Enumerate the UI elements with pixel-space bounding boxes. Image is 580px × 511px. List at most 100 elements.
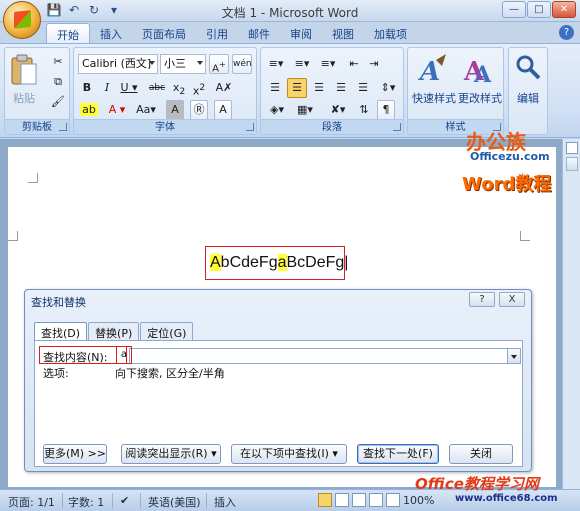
font-name-select[interactable]: Calibri (西文]	[78, 54, 158, 74]
change-styles-label[interactable]: 更改样式	[456, 90, 504, 106]
font-group: Calibri (西文] 小三 A+ wén B I U ▾ abc x2 x2…	[73, 47, 257, 135]
tab-replace[interactable]: 替换(P)	[88, 322, 140, 340]
justify-icon[interactable]: ☰	[331, 78, 351, 98]
editing-icon[interactable]	[513, 52, 547, 88]
quick-styles-label[interactable]: 快速样式	[410, 90, 458, 106]
sort-icon[interactable]: ⇅	[355, 100, 373, 120]
draft-icon[interactable]	[386, 493, 400, 507]
enclose-character-icon[interactable]: Ⓡ	[190, 100, 208, 120]
borders-icon[interactable]: ▦▾	[293, 100, 317, 120]
insert-mode[interactable]: 插入	[214, 494, 236, 510]
crop-mark-top-left	[28, 173, 38, 183]
close-button[interactable]: ✕	[552, 1, 576, 18]
font-size-value: 小三	[164, 57, 186, 70]
maximize-button[interactable]: □	[527, 1, 551, 18]
shading-icon[interactable]: ◈▾	[265, 100, 289, 120]
show-marks-icon[interactable]: ¶	[377, 100, 395, 120]
vertical-scrollbar[interactable]	[562, 139, 580, 489]
decrease-indent-icon[interactable]: ⇤	[345, 54, 363, 74]
strikethrough-button[interactable]: abc	[146, 78, 168, 98]
outline-icon[interactable]	[369, 493, 383, 507]
minimize-button[interactable]: —	[502, 1, 526, 18]
scroll-up-icon[interactable]	[566, 157, 578, 171]
cut-icon[interactable]: ✂	[49, 52, 67, 72]
phonetic-guide-icon[interactable]: wén	[232, 54, 252, 74]
crop-mark-mid-right	[520, 231, 530, 241]
bold-button[interactable]: B	[78, 78, 96, 98]
font-size-select[interactable]: 小三	[160, 54, 206, 74]
paste-label[interactable]: 粘贴	[9, 90, 39, 106]
multilevel-list-icon[interactable]: ≡▾	[317, 54, 339, 74]
format-painter-icon[interactable]: 🖌	[49, 92, 67, 112]
tab-insert[interactable]: 插入	[90, 23, 132, 43]
line-spacing-icon[interactable]: ⇕▾	[377, 78, 399, 98]
align-left-icon[interactable]: ☰	[265, 78, 285, 98]
editing-label[interactable]: 编辑	[511, 90, 545, 106]
zoom-level[interactable]: 100%	[403, 494, 434, 507]
quick-styles-icon[interactable]: A	[416, 52, 450, 88]
tab-addins[interactable]: 加载项	[364, 23, 417, 43]
language[interactable]: 英语(美国)	[148, 494, 201, 510]
tab-references[interactable]: 引用	[196, 23, 238, 43]
tab-review[interactable]: 审阅	[280, 23, 322, 43]
clear-format-icon[interactable]: A✗	[214, 78, 234, 98]
find-in-label: 在以下项中查找(I)	[240, 447, 329, 460]
increase-indent-icon[interactable]: ⇥	[365, 54, 383, 74]
tab-view[interactable]: 视图	[322, 23, 364, 43]
highlight-color-icon[interactable]: ab	[78, 100, 100, 120]
find-in-button[interactable]: 在以下项中查找(I) ▾	[231, 444, 347, 464]
ruler-toggle-icon[interactable]	[566, 142, 578, 154]
tab-page-layout[interactable]: 页面布局	[132, 23, 196, 43]
tab-mailings[interactable]: 邮件	[238, 23, 280, 43]
align-right-icon[interactable]: ☰	[309, 78, 329, 98]
change-case-icon[interactable]: Aa▾	[134, 100, 158, 120]
dialog-tabs: 查找(D) 替换(P) 定位(G)	[34, 322, 194, 341]
character-border-icon[interactable]: A	[214, 100, 232, 120]
find-next-button[interactable]: 查找下一处(F)	[357, 444, 439, 464]
proofing-icon[interactable]: ✔	[120, 494, 129, 507]
print-layout-icon[interactable]	[318, 493, 332, 507]
distributed-icon[interactable]: ☰	[353, 78, 373, 98]
copy-icon[interactable]: ⧉	[49, 72, 67, 92]
subscript-button[interactable]: x2	[170, 78, 188, 98]
office-button[interactable]	[3, 1, 41, 39]
word-count[interactable]: 字数: 1	[68, 494, 104, 510]
change-styles-icon[interactable]: AA	[462, 52, 496, 88]
clipboard-launcher-icon[interactable]	[59, 123, 67, 131]
find-history-dropdown[interactable]	[507, 348, 521, 364]
tab-home[interactable]: 开始	[46, 23, 90, 43]
full-screen-reading-icon[interactable]	[335, 493, 349, 507]
font-launcher-icon[interactable]	[246, 123, 254, 131]
italic-button[interactable]: I	[98, 78, 116, 98]
close-dialog-button[interactable]: 关闭	[449, 444, 513, 464]
character-shading-icon[interactable]: A	[166, 100, 184, 120]
dialog-close-button[interactable]: X	[499, 292, 525, 307]
highlighted-char: A	[210, 254, 221, 271]
paste-icon[interactable]	[9, 52, 43, 88]
paragraph-group: ≡▾ ≡▾ ≡▾ ⇤ ⇥ ☰ ☰ ☰ ☰ ☰ ⇕▾ ◈▾ ▦▾ ✘▾ ⇅ ¶ 段…	[260, 47, 404, 135]
find-what-input[interactable]: a	[116, 346, 509, 364]
document-text[interactable]: AbCdeFgaBcDeFg|	[210, 254, 348, 272]
tab-goto[interactable]: 定位(G)	[140, 322, 194, 340]
underline-button[interactable]: U ▾	[118, 78, 140, 98]
dialog-body: 查找内容(N): a 选项: 向下搜索, 区分全/半角 更多(M) >> 阅读突…	[34, 340, 523, 467]
page-count[interactable]: 页面: 1/1	[8, 494, 55, 510]
watermark-footer1: Office教程学习网	[415, 475, 539, 493]
web-layout-icon[interactable]	[352, 493, 366, 507]
more-button[interactable]: 更多(M) >>	[43, 444, 107, 464]
chinese-layout-icon[interactable]: ✘▾	[327, 100, 349, 120]
font-color-icon[interactable]: A ▾	[106, 100, 128, 120]
help-icon[interactable]: ?	[559, 25, 574, 40]
dialog-help-button[interactable]: ?	[469, 292, 495, 307]
tab-find[interactable]: 查找(D)	[34, 322, 88, 341]
paragraph-launcher-icon[interactable]	[393, 123, 401, 131]
font-group-label: 字体	[74, 119, 256, 134]
ribbon-tabs: 开始 插入 页面布局 引用 邮件 审阅 视图 加载项	[46, 23, 417, 43]
grow-font-icon[interactable]: A+	[209, 54, 229, 74]
bullets-icon[interactable]: ≡▾	[265, 54, 287, 74]
align-center-icon[interactable]: ☰	[287, 78, 307, 98]
numbering-icon[interactable]: ≡▾	[291, 54, 313, 74]
svg-text:A: A	[417, 57, 440, 87]
superscript-button[interactable]: x2	[190, 78, 208, 98]
reading-highlight-button[interactable]: 阅读突出显示(R) ▾	[121, 444, 221, 464]
